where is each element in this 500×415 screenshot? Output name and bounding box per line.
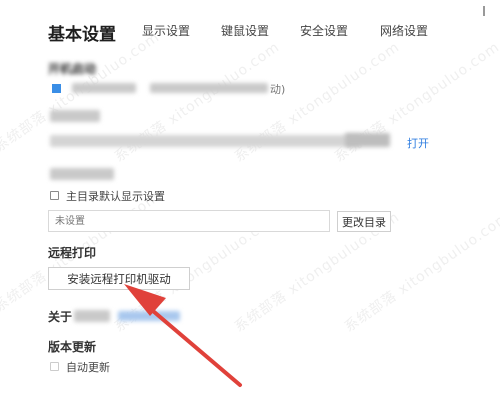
annotation-arrow-line <box>144 303 242 387</box>
annotation-arrow <box>124 284 242 387</box>
annotation-arrow-head <box>124 284 166 316</box>
